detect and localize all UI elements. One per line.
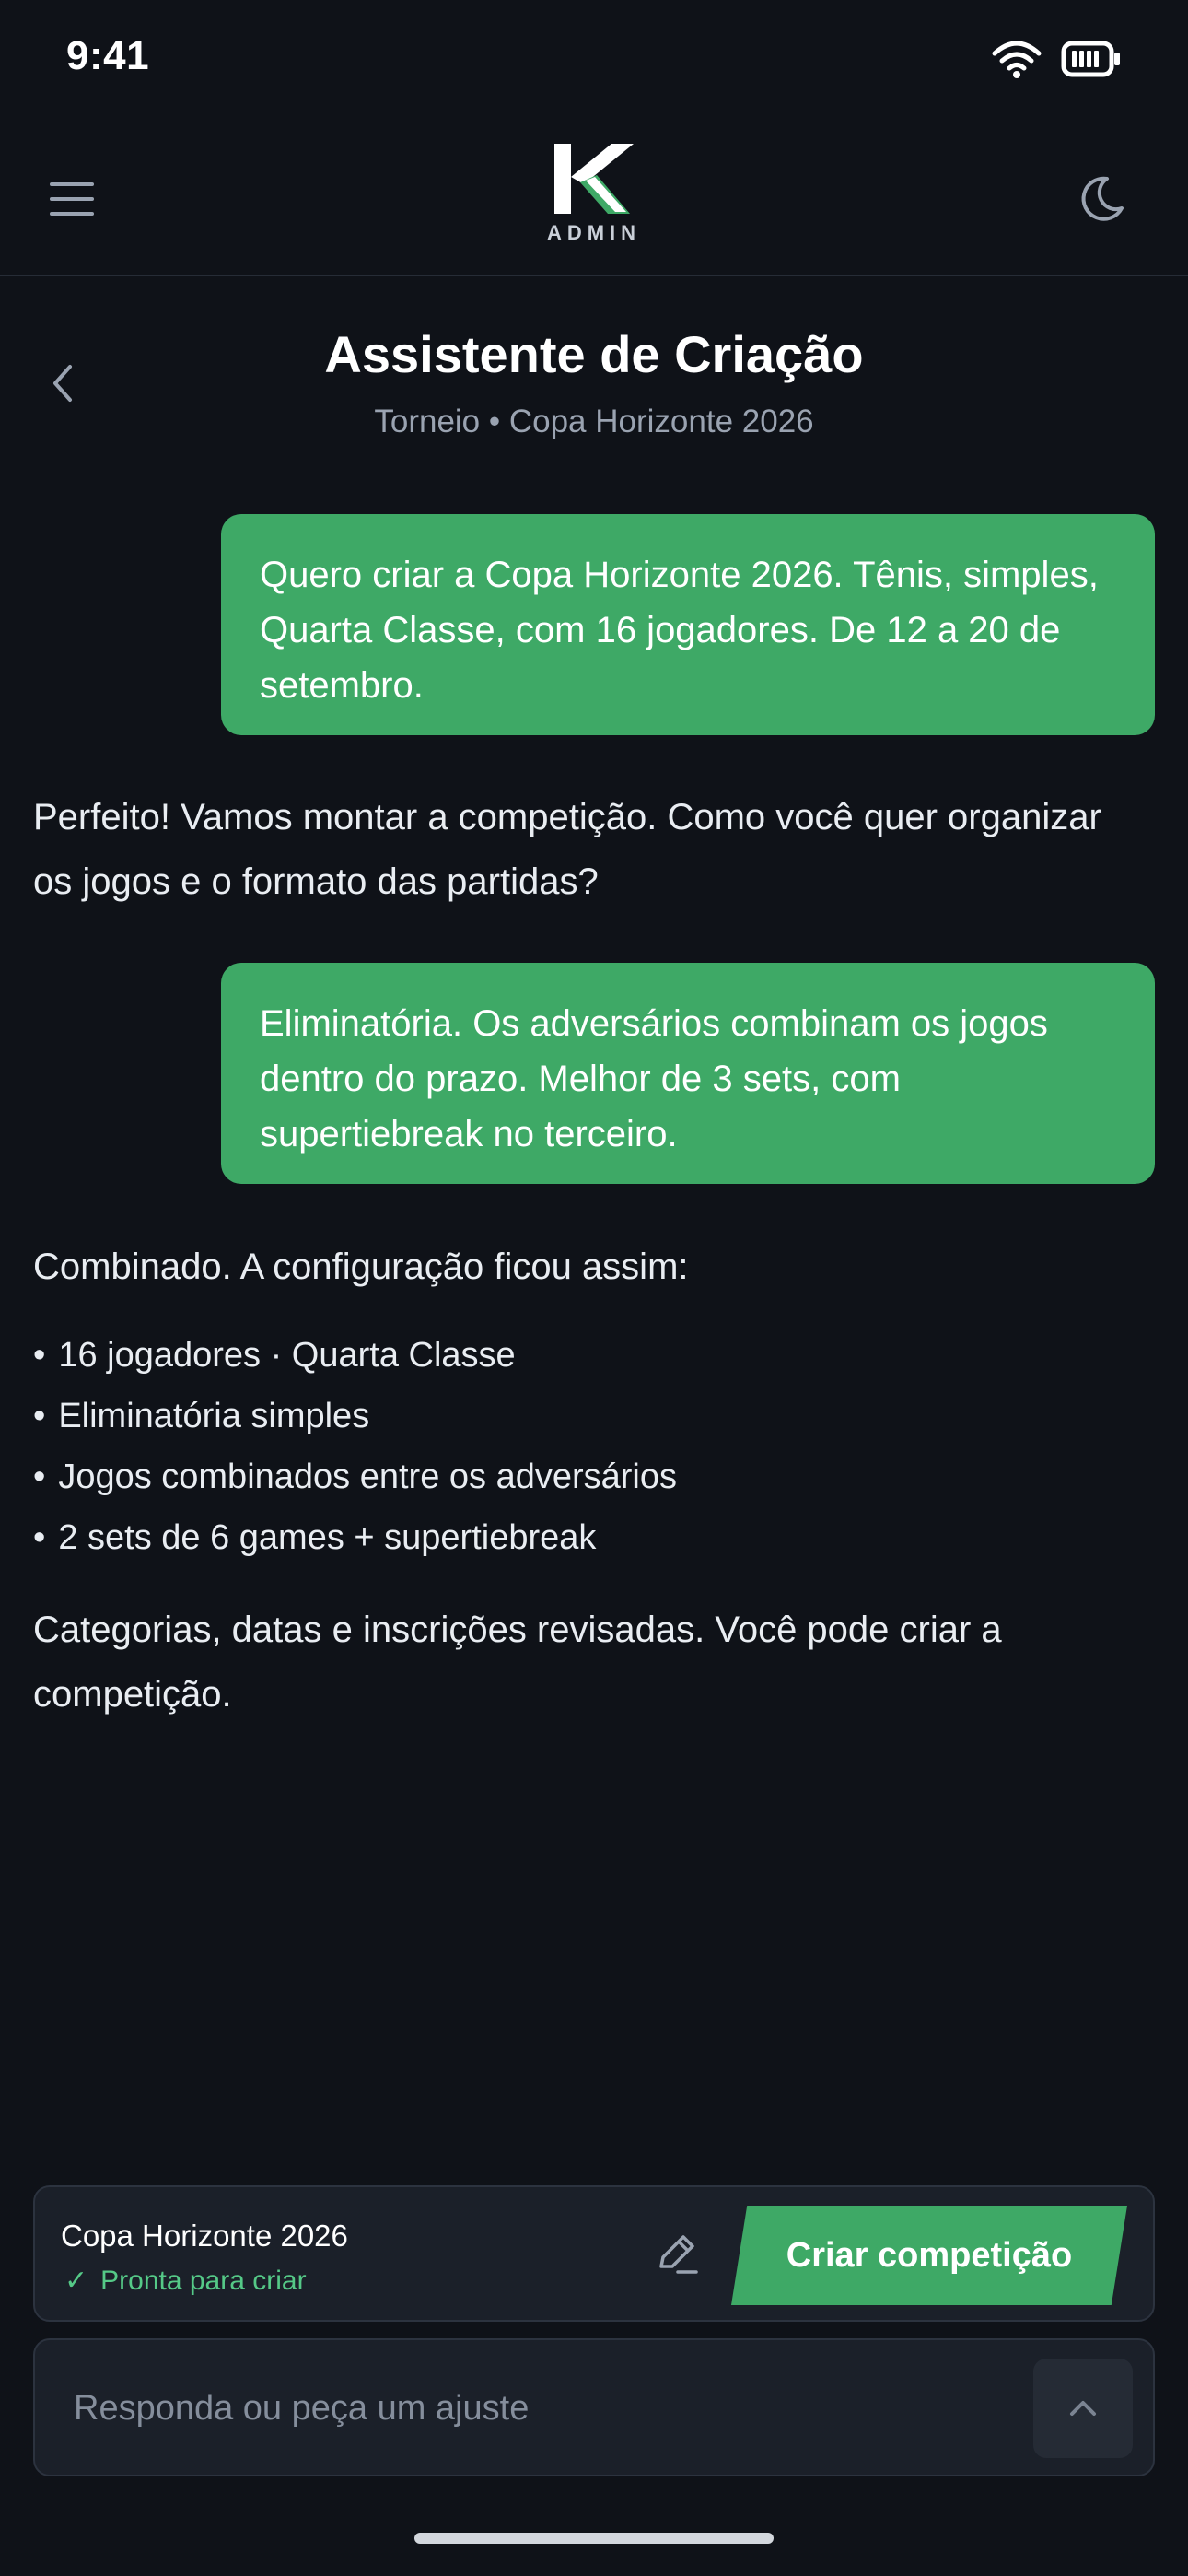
composer <box>33 2338 1155 2476</box>
logo-mark <box>554 144 634 214</box>
list-item: Jogos combinados entre os adversários <box>33 1446 1138 1507</box>
pencil-icon[interactable] <box>652 2230 700 2277</box>
status-bar: 9:41 <box>0 0 1188 120</box>
list-item: 2 sets de 6 games + supertiebreak <box>33 1507 1138 1568</box>
list-item: 16 jogadores · Quarta Classe <box>33 1325 1138 1386</box>
user-message: Eliminatória. Os adversários combinam os… <box>221 963 1155 1184</box>
assistant-message-outro: Categorias, datas e inscrições revisadas… <box>33 1610 1002 1715</box>
status-time: 9:41 <box>66 33 150 78</box>
create-competition-button[interactable]: Criar competição <box>731 2206 1127 2305</box>
competition-ready-card: Copa Horizonte 2026 ✓ Pronta para criar C… <box>33 2185 1155 2322</box>
logo-text: ADMIN <box>546 221 642 244</box>
user-message: Quero criar a Copa Horizonte 2026. Tênis… <box>221 514 1155 735</box>
battery-icon <box>1061 41 1120 77</box>
moon-icon[interactable] <box>1072 171 1127 227</box>
assistant-message: Perfeito! Vamos montar a competição. Com… <box>33 797 1101 902</box>
wifi-icon <box>992 41 1042 78</box>
menu-icon[interactable] <box>48 175 96 223</box>
app-logo: ADMIN <box>538 140 650 251</box>
home-indicator[interactable] <box>414 2533 774 2544</box>
top-nav: ADMIN <box>0 120 1188 276</box>
competition-name: Copa Horizonte 2026 <box>61 2219 348 2253</box>
ready-status-label: Pronta para criar <box>100 2266 307 2296</box>
send-button[interactable] <box>1033 2359 1133 2458</box>
assistant-message-intro: Combinado. A configuração ficou assim: <box>33 1247 689 1287</box>
page-title: Assistente de Criação <box>324 325 864 383</box>
ready-status: ✓ Pronta para criar <box>64 2265 307 2297</box>
chevron-up-icon <box>1070 2401 1096 2416</box>
reply-input[interactable] <box>72 2373 1020 2443</box>
config-summary-list: 16 jogadores · Quarta Classe Eliminatóri… <box>33 1325 1138 1568</box>
check-icon: ✓ <box>64 2266 88 2296</box>
page-subtitle: Torneio • Copa Horizonte 2026 <box>374 404 814 439</box>
list-item: Eliminatória simples <box>33 1386 1138 1446</box>
